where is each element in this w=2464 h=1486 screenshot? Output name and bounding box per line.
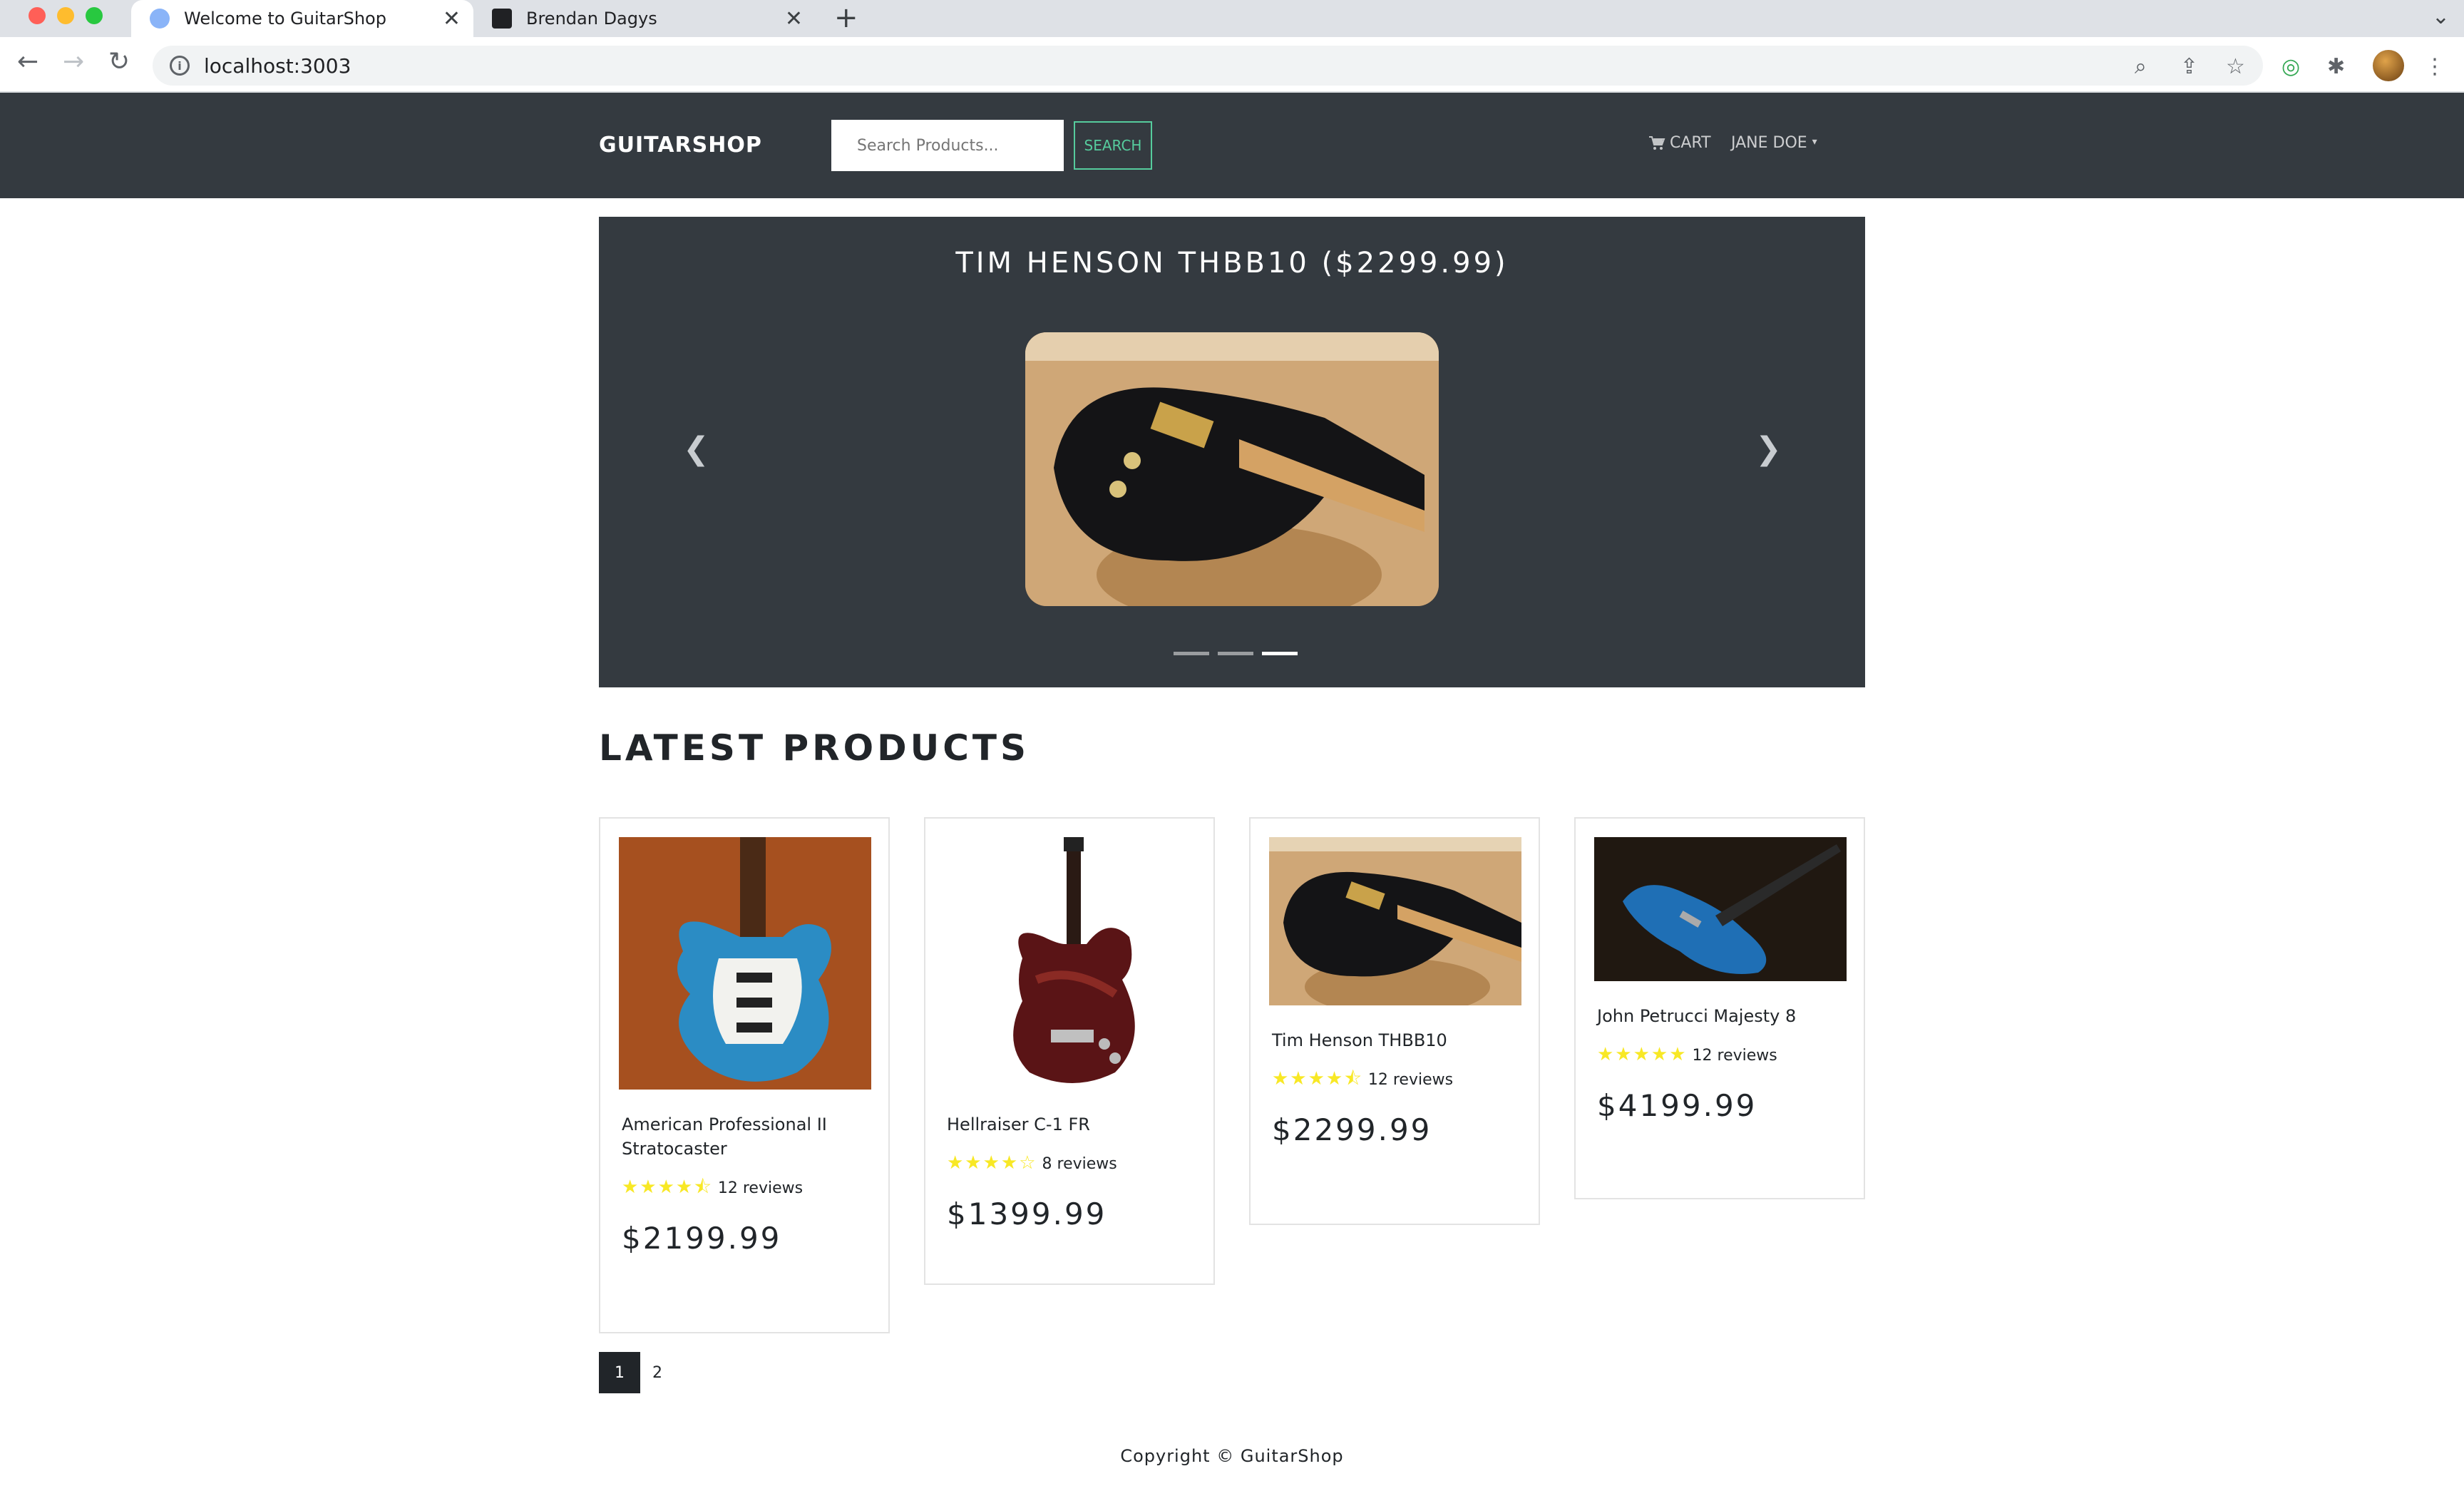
kebab-menu-icon[interactable]: ⋮ xyxy=(2424,54,2445,79)
bd-favicon-icon xyxy=(492,9,512,29)
carousel-indicator[interactable] xyxy=(1174,652,1209,655)
user-name: JANE DOE xyxy=(1731,134,1807,152)
tab-guitarshop[interactable]: Welcome to GuitarShop ✕ xyxy=(131,0,473,37)
address-bar[interactable]: i localhost:3003 xyxy=(153,46,2263,86)
product-image[interactable] xyxy=(944,837,1196,1090)
review-count: 12 reviews xyxy=(1367,1071,1454,1089)
page-number: 2 xyxy=(652,1363,662,1382)
back-icon[interactable]: ← xyxy=(17,47,38,76)
product-name[interactable]: Tim Henson THBB10 xyxy=(1272,1028,1517,1052)
product-price: $4199.99 xyxy=(1597,1088,1757,1123)
extension-icon[interactable]: ◎ xyxy=(2281,54,2300,79)
search-button-label: SEARCH xyxy=(1084,137,1142,154)
star-rating-icon: ★★★★⯪ xyxy=(1272,1068,1363,1090)
carousel-indicator-active[interactable] xyxy=(1262,652,1298,655)
product-price: $2199.99 xyxy=(622,1221,782,1256)
new-tab-icon[interactable]: + xyxy=(834,1,858,34)
page-number: 1 xyxy=(615,1363,625,1382)
product-card[interactable]: Hellraiser C-1 FR ★★★★☆ 8 reviews $1399.… xyxy=(924,817,1215,1285)
product-rating: ★★★★⯪ 12 reviews xyxy=(622,1175,867,1201)
review-count: 12 reviews xyxy=(717,1179,804,1197)
search-button[interactable]: SEARCH xyxy=(1074,121,1152,170)
site-navbar: GUITARSHOP SEARCH CART JANE DOE ▾ xyxy=(0,93,2464,198)
footer-copyright: Copyright © GuitarShop xyxy=(1120,1446,1344,1466)
product-price: $1399.99 xyxy=(947,1197,1107,1231)
close-tab-icon[interactable]: ✕ xyxy=(785,6,803,31)
nav-cart-link[interactable]: CART xyxy=(1648,134,1711,152)
site-info-icon[interactable]: i xyxy=(170,56,190,76)
product-rating: ★★★★⯪ 12 reviews xyxy=(1272,1067,1517,1092)
carousel-indicator[interactable] xyxy=(1218,652,1253,655)
minimize-window-icon[interactable] xyxy=(57,7,74,24)
product-name[interactable]: American Professional II Stratocaster xyxy=(622,1112,867,1161)
pagination-page-1[interactable]: 1 xyxy=(599,1352,640,1393)
bookmark-star-icon[interactable]: ☆ xyxy=(2226,54,2245,79)
maximize-window-icon[interactable] xyxy=(86,7,103,24)
product-rating: ★★★★☆ 8 reviews xyxy=(947,1151,1192,1177)
product-image[interactable] xyxy=(1269,837,1521,1005)
product-card[interactable]: American Professional II Stratocaster ★★… xyxy=(599,817,890,1333)
product-price: $2299.99 xyxy=(1272,1112,1432,1147)
reload-icon[interactable]: ↻ xyxy=(108,47,130,76)
product-rating: ★★★★★ 12 reviews xyxy=(1597,1042,1842,1068)
cart-label: CART xyxy=(1670,134,1711,152)
review-count: 12 reviews xyxy=(1692,1047,1777,1065)
close-window-icon[interactable] xyxy=(29,7,46,24)
tab-search-chevron-icon[interactable]: ⌄ xyxy=(2432,4,2450,29)
user-dropdown[interactable]: JANE DOE ▾ xyxy=(1731,134,1817,152)
browser-toolbar: ← → ↻ i localhost:3003 ⌕ ⇪ ☆ ◎ ✱ ⋮ xyxy=(0,37,2464,93)
product-image[interactable] xyxy=(1594,837,1847,981)
zoom-icon[interactable]: ⌕ xyxy=(2135,54,2147,79)
share-icon[interactable]: ⇪ xyxy=(2180,54,2198,79)
brand-logo[interactable]: GUITARSHOP xyxy=(599,133,762,158)
profile-avatar[interactable] xyxy=(2373,50,2404,81)
browser-tab-bar: Welcome to GuitarShop ✕ Brendan Dagys ✕ … xyxy=(0,0,2464,37)
product-card[interactable]: Tim Henson THBB10 ★★★★⯪ 12 reviews $2299… xyxy=(1249,817,1540,1225)
search-input[interactable] xyxy=(831,120,1064,171)
carousel-next-icon[interactable]: ❯ xyxy=(1755,431,1782,467)
product-carousel: TIM HENSON THBB10 ($2299.99) ❮ ❯ xyxy=(599,217,1865,687)
carousel-indicators xyxy=(1174,652,1298,655)
extensions-puzzle-icon[interactable]: ✱ xyxy=(2327,54,2345,79)
tab-title: Brendan Dagys xyxy=(526,9,657,29)
star-rating-icon: ★★★★★ xyxy=(1597,1044,1688,1065)
carousel-prev-icon[interactable]: ❮ xyxy=(683,431,709,467)
product-name[interactable]: John Petrucci Majesty 8 xyxy=(1597,1004,1842,1028)
section-title: LATEST PRODUCTS xyxy=(599,727,1030,769)
carousel-image[interactable] xyxy=(1025,332,1439,606)
review-count: 8 reviews xyxy=(1042,1155,1117,1173)
product-image[interactable] xyxy=(619,837,871,1090)
url-text: localhost:3003 xyxy=(204,53,351,78)
pagination-page-2[interactable]: 2 xyxy=(640,1352,674,1393)
guitarshop-favicon-icon xyxy=(150,9,170,29)
tab-title: Welcome to GuitarShop xyxy=(184,9,386,29)
caret-down-icon: ▾ xyxy=(1812,136,1817,148)
star-rating-icon: ★★★★☆ xyxy=(947,1152,1037,1174)
carousel-caption[interactable]: TIM HENSON THBB10 ($2299.99) xyxy=(599,247,1865,280)
close-tab-icon[interactable]: ✕ xyxy=(443,6,461,31)
cart-icon xyxy=(1649,135,1665,150)
forward-icon[interactable]: → xyxy=(63,47,84,76)
tab-brendan-dagys[interactable]: Brendan Dagys ✕ xyxy=(473,0,816,37)
product-card[interactable]: John Petrucci Majesty 8 ★★★★★ 12 reviews… xyxy=(1574,817,1865,1199)
star-rating-icon: ★★★★⯪ xyxy=(622,1177,713,1198)
product-name[interactable]: Hellraiser C-1 FR xyxy=(947,1112,1192,1137)
